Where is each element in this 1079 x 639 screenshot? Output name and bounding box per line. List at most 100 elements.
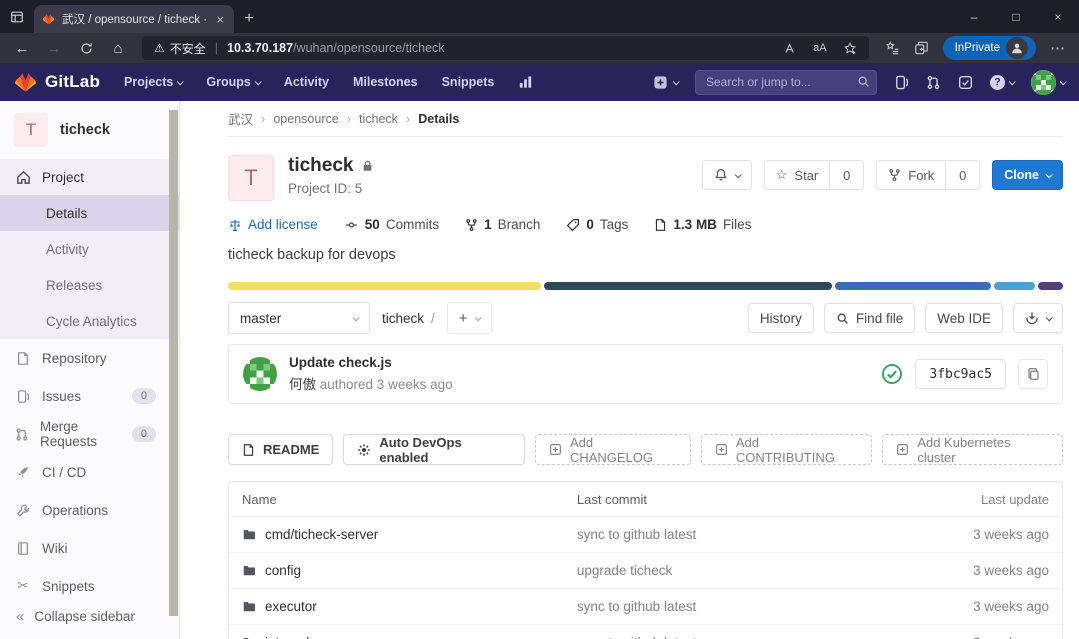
search-input[interactable] — [695, 70, 877, 95]
read-aloud-icon[interactable] — [783, 42, 797, 55]
star-count[interactable]: 0 — [830, 160, 864, 190]
table-row[interactable]: cmd/ticheck-server sync to github latest… — [229, 516, 1062, 552]
clone-button[interactable]: Clone — [992, 160, 1063, 190]
auto-devops-button[interactable]: Auto DevOps enabled — [343, 434, 525, 465]
nav-snippets[interactable]: Snippets — [442, 75, 495, 89]
breadcrumb-separator: › — [406, 111, 410, 126]
home-icon[interactable]: ⌂ — [102, 35, 134, 61]
table-row[interactable]: executor sync to github latest 3 weeks a… — [229, 588, 1062, 624]
branches-stat[interactable]: 1Branch — [465, 217, 540, 232]
browser-menu-icon[interactable]: ⋯ — [1050, 39, 1065, 57]
nav-milestones[interactable]: Milestones — [353, 75, 418, 89]
table-row[interactable]: internal sync to github latest 3 weeks a… — [229, 624, 1062, 639]
breadcrumb-subgroup[interactable]: opensource — [273, 112, 338, 126]
commit-author-avatar[interactable] — [243, 357, 277, 391]
last-commit-link[interactable]: sync to github latest — [577, 527, 892, 542]
sidebar-item-issues[interactable]: Issues 0 — [0, 377, 179, 415]
browser-tab[interactable]: 武汉 / opensource / ticheck · Git × — [34, 5, 234, 33]
translate-icon[interactable]: aA — [813, 42, 826, 54]
file-name-link[interactable]: executor — [265, 599, 317, 614]
window-close-icon[interactable]: × — [1037, 0, 1079, 33]
readme-button[interactable]: README — [228, 434, 333, 465]
fork-count[interactable]: 0 — [946, 160, 980, 190]
file-name-link[interactable]: internal — [265, 635, 309, 639]
commit-title-link[interactable]: Update check.js — [289, 355, 453, 370]
branch-selector[interactable]: master — [228, 302, 370, 334]
profile-avatar[interactable] — [1006, 37, 1028, 59]
file-name-link[interactable]: config — [265, 563, 301, 578]
issues-icon[interactable] — [894, 75, 909, 90]
refresh-icon[interactable] — [70, 35, 102, 61]
favorites-bar-icon[interactable] — [885, 41, 900, 55]
back-icon[interactable]: ← — [6, 35, 38, 61]
sidebar-item-releases[interactable]: Releases — [0, 267, 179, 303]
new-dropdown[interactable] — [653, 75, 678, 90]
sidebar-item-wiki[interactable]: Wiki — [0, 529, 179, 567]
commit-author-link[interactable]: 何傲 — [289, 377, 316, 392]
breadcrumb-project[interactable]: ticheck — [359, 112, 398, 126]
window-maximize-icon[interactable]: □ — [995, 0, 1037, 33]
pipeline-status-icon[interactable] — [881, 363, 903, 385]
copy-commit-sha-button[interactable] — [1018, 359, 1048, 389]
analytics-chart-icon[interactable] — [518, 75, 533, 89]
gitlab-brand[interactable]: GitLab — [14, 71, 100, 93]
sidebar-item-project[interactable]: Project — [0, 159, 179, 195]
add-changelog-button[interactable]: Add CHANGELOG — [535, 434, 691, 465]
star-button[interactable]: ☆ Star — [764, 160, 831, 190]
add-file-dropdown[interactable]: + — [447, 302, 492, 334]
sidebar-item-operations[interactable]: Operations — [0, 491, 179, 529]
table-row[interactable]: config upgrade ticheck 3 weeks ago — [229, 552, 1062, 588]
add-license-link[interactable]: Add license — [228, 217, 318, 232]
inprivate-badge[interactable]: InPrivate — [943, 36, 1036, 60]
new-tab-button[interactable]: + — [234, 5, 264, 33]
tab-close-icon[interactable]: × — [214, 13, 226, 26]
security-warning[interactable]: ⚠ 不安全 — [154, 40, 206, 57]
language-segment — [228, 282, 541, 290]
breadcrumb-separator: › — [261, 111, 265, 126]
files-stat[interactable]: 1.3 MBFiles — [654, 217, 751, 232]
todos-icon[interactable] — [958, 75, 973, 90]
commits-stat[interactable]: 50Commits — [344, 217, 439, 232]
breadcrumb-group[interactable]: 武汉 — [228, 109, 253, 128]
history-button[interactable]: History — [748, 303, 814, 333]
book-icon — [15, 541, 31, 556]
last-commit-link[interactable]: upgrade ticheck — [577, 563, 892, 578]
nav-projects[interactable]: Projects — [124, 75, 182, 89]
collections-icon[interactable] — [914, 41, 929, 55]
download-dropdown[interactable] — [1013, 303, 1063, 333]
forward-icon[interactable]: → — [38, 35, 70, 61]
sidebar-item-details[interactable]: Details — [0, 195, 179, 231]
repo-path-project[interactable]: ticheck — [382, 311, 424, 326]
notifications-dropdown[interactable] — [702, 160, 752, 190]
sidebar-item-activity[interactable]: Activity — [0, 231, 179, 267]
commit-sha[interactable]: 3fbc9ac5 — [915, 359, 1006, 389]
language-bar[interactable] — [228, 282, 1063, 290]
address-bar[interactable]: ⚠ 不安全 | 10.3.70.187 /wuhan/opensource/ti… — [142, 36, 869, 60]
tags-stat[interactable]: 0Tags — [566, 217, 628, 232]
add-contributing-button[interactable]: Add CONTRIBUTING — [701, 434, 872, 465]
add-favorite-icon[interactable] — [843, 42, 857, 55]
nav-groups[interactable]: Groups — [206, 75, 259, 89]
nav-activity[interactable]: Activity — [284, 75, 329, 89]
sidebar-item-cycle-analytics[interactable]: Cycle Analytics — [0, 303, 179, 339]
fork-button[interactable]: Fork — [876, 160, 946, 190]
last-commit-link[interactable]: sync to github latest — [577, 635, 892, 639]
search-icon[interactable] — [857, 75, 870, 88]
add-kubernetes-button[interactable]: Add Kubernetes cluster — [882, 434, 1063, 465]
sidebar-scrollbar[interactable] — [169, 110, 178, 616]
sidebar-item-merge-requests[interactable]: Merge Requests 0 — [0, 415, 179, 453]
merge-requests-icon[interactable] — [926, 75, 941, 90]
sidebar-item-repository[interactable]: Repository — [0, 339, 179, 377]
tab-actions-icon[interactable] — [0, 0, 34, 33]
collapse-sidebar-button[interactable]: « Collapse sidebar — [0, 600, 179, 633]
sidebar-item-cicd[interactable]: CI / CD — [0, 453, 179, 491]
help-dropdown[interactable]: ? — [990, 75, 1014, 90]
sidebar-project-header[interactable]: T ticheck — [0, 111, 179, 159]
file-name-link[interactable]: cmd/ticheck-server — [265, 527, 378, 542]
last-commit-link[interactable]: sync to github latest — [577, 599, 892, 614]
window-minimize-icon[interactable]: – — [953, 0, 995, 33]
address-separator: | — [215, 41, 218, 55]
find-file-button[interactable]: Find file — [824, 303, 915, 333]
web-ide-button[interactable]: Web IDE — [925, 303, 1003, 333]
user-menu[interactable] — [1031, 70, 1065, 95]
